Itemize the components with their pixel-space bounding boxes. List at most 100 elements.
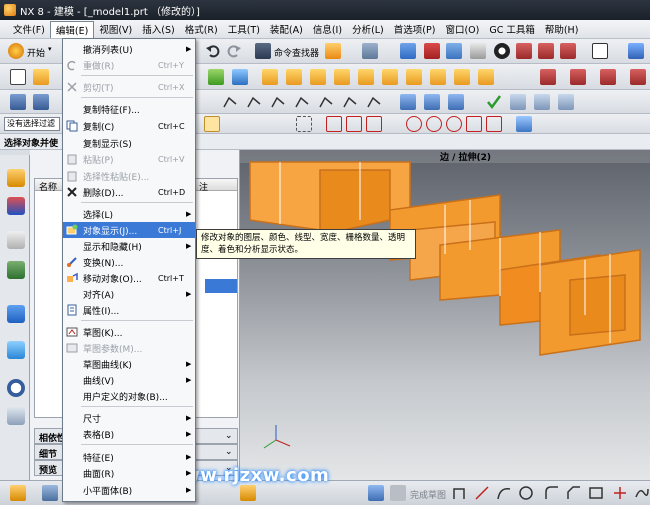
work-layer-icon[interactable] — [592, 43, 608, 59]
menu-preferences[interactable]: 首选项(P) — [389, 21, 441, 37]
menu-insert[interactable]: 插入(S) — [137, 21, 179, 37]
line-icon[interactable] — [474, 485, 490, 501]
undo-icon[interactable] — [205, 43, 221, 59]
circle-icon[interactable] — [518, 485, 534, 501]
menu-item-align[interactable]: 对齐(A) ▶ — [63, 286, 195, 302]
menu-item-facet-body[interactable]: 小平面体(B) ▶ — [63, 482, 195, 498]
chevron-down-icon[interactable]: ⌄ — [225, 431, 233, 441]
finish-sketch-flag-icon[interactable] — [390, 485, 406, 501]
menu-item-surface[interactable]: 曲面(R) ▶ — [63, 465, 195, 481]
new-sketch-icon[interactable] — [10, 69, 26, 85]
menu-item-delete[interactable]: 删除(D)... Ctrl+D — [63, 184, 195, 200]
menu-assembly[interactable]: 装配(A) — [265, 21, 308, 37]
menu-item-paste[interactable]: 粘贴(P) Ctrl+V — [63, 151, 195, 167]
sketch-tool-c-icon[interactable] — [292, 485, 308, 501]
roles-tab-icon[interactable] — [7, 407, 25, 425]
start-icon[interactable] — [8, 43, 24, 59]
check-icon[interactable] — [486, 94, 502, 110]
feature-d-icon[interactable] — [286, 69, 302, 85]
feature-e-icon[interactable] — [310, 69, 326, 85]
menu-information[interactable]: 信息(I) — [308, 21, 347, 37]
feature-b-icon[interactable] — [232, 69, 248, 85]
feature-i-icon[interactable] — [406, 69, 422, 85]
analysis-b-icon[interactable] — [534, 94, 550, 110]
curve-g-icon[interactable] — [318, 94, 334, 110]
red-tool-icon[interactable] — [424, 43, 440, 59]
menu-file[interactable]: 文件(F) — [8, 21, 50, 37]
snap-point-icon[interactable] — [446, 116, 462, 132]
wcs-icon[interactable] — [628, 43, 644, 59]
feature-j-icon[interactable] — [430, 69, 446, 85]
start-button[interactable]: 开始 — [27, 46, 45, 59]
menu-gc-toolbox[interactable]: GC 工具箱 — [484, 21, 540, 37]
render-style-icon[interactable] — [494, 43, 510, 59]
history-tab-icon[interactable] — [7, 379, 25, 397]
menu-item-sketch-params[interactable]: 草图参数(M)... — [63, 340, 195, 356]
snap-face-icon[interactable] — [516, 116, 532, 132]
menu-item-sketch[interactable]: 草图(K)... — [63, 324, 195, 340]
point-icon[interactable] — [612, 485, 628, 501]
snap-center-icon[interactable] — [406, 116, 422, 132]
view-orient-icon[interactable] — [42, 485, 58, 501]
column-name-header[interactable]: 名称 — [39, 180, 57, 193]
menu-window[interactable]: 窗口(O) — [440, 21, 484, 37]
menu-item-copy-display[interactable]: 复制显示(S) — [63, 135, 195, 151]
snap-e-icon[interactable] — [296, 116, 312, 132]
curve-c-icon[interactable] — [222, 94, 238, 110]
menu-item-paste-special[interactable]: 选择性粘贴(E)... — [63, 168, 195, 184]
snap-a-icon[interactable] — [204, 116, 220, 132]
menu-item-select[interactable]: 选择(L) ▶ — [63, 206, 195, 222]
finish-sketch-button[interactable]: 完成草图 — [410, 488, 446, 501]
menu-item-properties[interactable]: 属性(I)... — [63, 302, 195, 318]
menu-item-user-defined-object[interactable]: 用户定义的对象(B)... — [63, 388, 195, 404]
analysis-a-icon[interactable] — [510, 94, 526, 110]
constraint-navigator-tab-icon[interactable] — [7, 231, 25, 249]
menu-item-move-object[interactable]: 移动对象(O)... Ctrl+T — [63, 270, 195, 286]
snap-control-icon[interactable] — [386, 116, 402, 132]
curve-d-icon[interactable] — [246, 94, 262, 110]
sketch-tool-a-icon[interactable] — [240, 485, 256, 501]
redo-icon[interactable] — [226, 43, 242, 59]
snap-d-icon[interactable] — [266, 116, 282, 132]
menu-item-copy[interactable]: 复制(C) Ctrl+C — [63, 118, 195, 134]
selection-filter-dropdown[interactable]: 没有选择过滤 — [4, 117, 60, 131]
curve-l-icon[interactable] — [448, 94, 464, 110]
layer-icon[interactable] — [516, 43, 532, 59]
curve-b-icon[interactable] — [33, 94, 49, 110]
feature-a-icon[interactable] — [208, 69, 224, 85]
menu-item-feature[interactable]: 特征(E) ▶ — [63, 449, 195, 465]
menu-item-dimension[interactable]: 尺寸 ▶ — [63, 410, 195, 426]
menu-item-transform[interactable]: 变换(N)... — [63, 254, 195, 270]
curve-j-icon[interactable] — [400, 94, 416, 110]
feature-k-icon[interactable] — [454, 69, 470, 85]
rectangle-icon[interactable] — [588, 485, 604, 501]
feature-f-icon[interactable] — [334, 69, 350, 85]
curve-e-icon[interactable] — [270, 94, 286, 110]
snap-endpoint-icon[interactable] — [326, 116, 342, 132]
box-icon[interactable] — [446, 43, 462, 59]
menu-help[interactable]: 帮助(H) — [540, 21, 584, 37]
model-geometry[interactable] — [240, 150, 650, 480]
start-dropdown-icon[interactable]: ▾ — [48, 45, 52, 53]
finish-sketch-icon[interactable] — [368, 485, 384, 501]
arc-icon[interactable] — [496, 485, 512, 501]
selection-arrow-icon[interactable] — [362, 43, 378, 59]
menu-item-redo[interactable]: 重做(R) Ctrl+Y — [63, 57, 195, 73]
sketch-tool-d-icon[interactable] — [314, 485, 330, 501]
extrude-icon[interactable] — [33, 69, 49, 85]
menu-item-copy-feature[interactable]: 复制特征(F)... — [63, 101, 195, 117]
system-materials-tab-icon[interactable] — [7, 305, 25, 323]
menu-item-undo-list[interactable]: 撤消列表(U) ▶ — [63, 41, 195, 57]
layer-settings-icon[interactable] — [538, 43, 554, 59]
menu-item-sketch-curve[interactable]: 草图曲线(K) ▶ — [63, 356, 195, 372]
menu-format[interactable]: 格式(R) — [180, 21, 223, 37]
curve-f-icon[interactable] — [294, 94, 310, 110]
feature-n-icon[interactable] — [570, 69, 586, 85]
sketch-tool-b-icon[interactable] — [270, 485, 286, 501]
menu-item-table[interactable]: 表格(B) ▶ — [63, 426, 195, 442]
part-navigator-tab-icon[interactable] — [7, 169, 25, 187]
feature-o-icon[interactable] — [600, 69, 616, 85]
chevron-down-icon[interactable]: ⌄ — [225, 447, 233, 457]
shaded-sphere-icon[interactable] — [470, 43, 486, 59]
menu-tools[interactable]: 工具(T) — [223, 21, 265, 37]
